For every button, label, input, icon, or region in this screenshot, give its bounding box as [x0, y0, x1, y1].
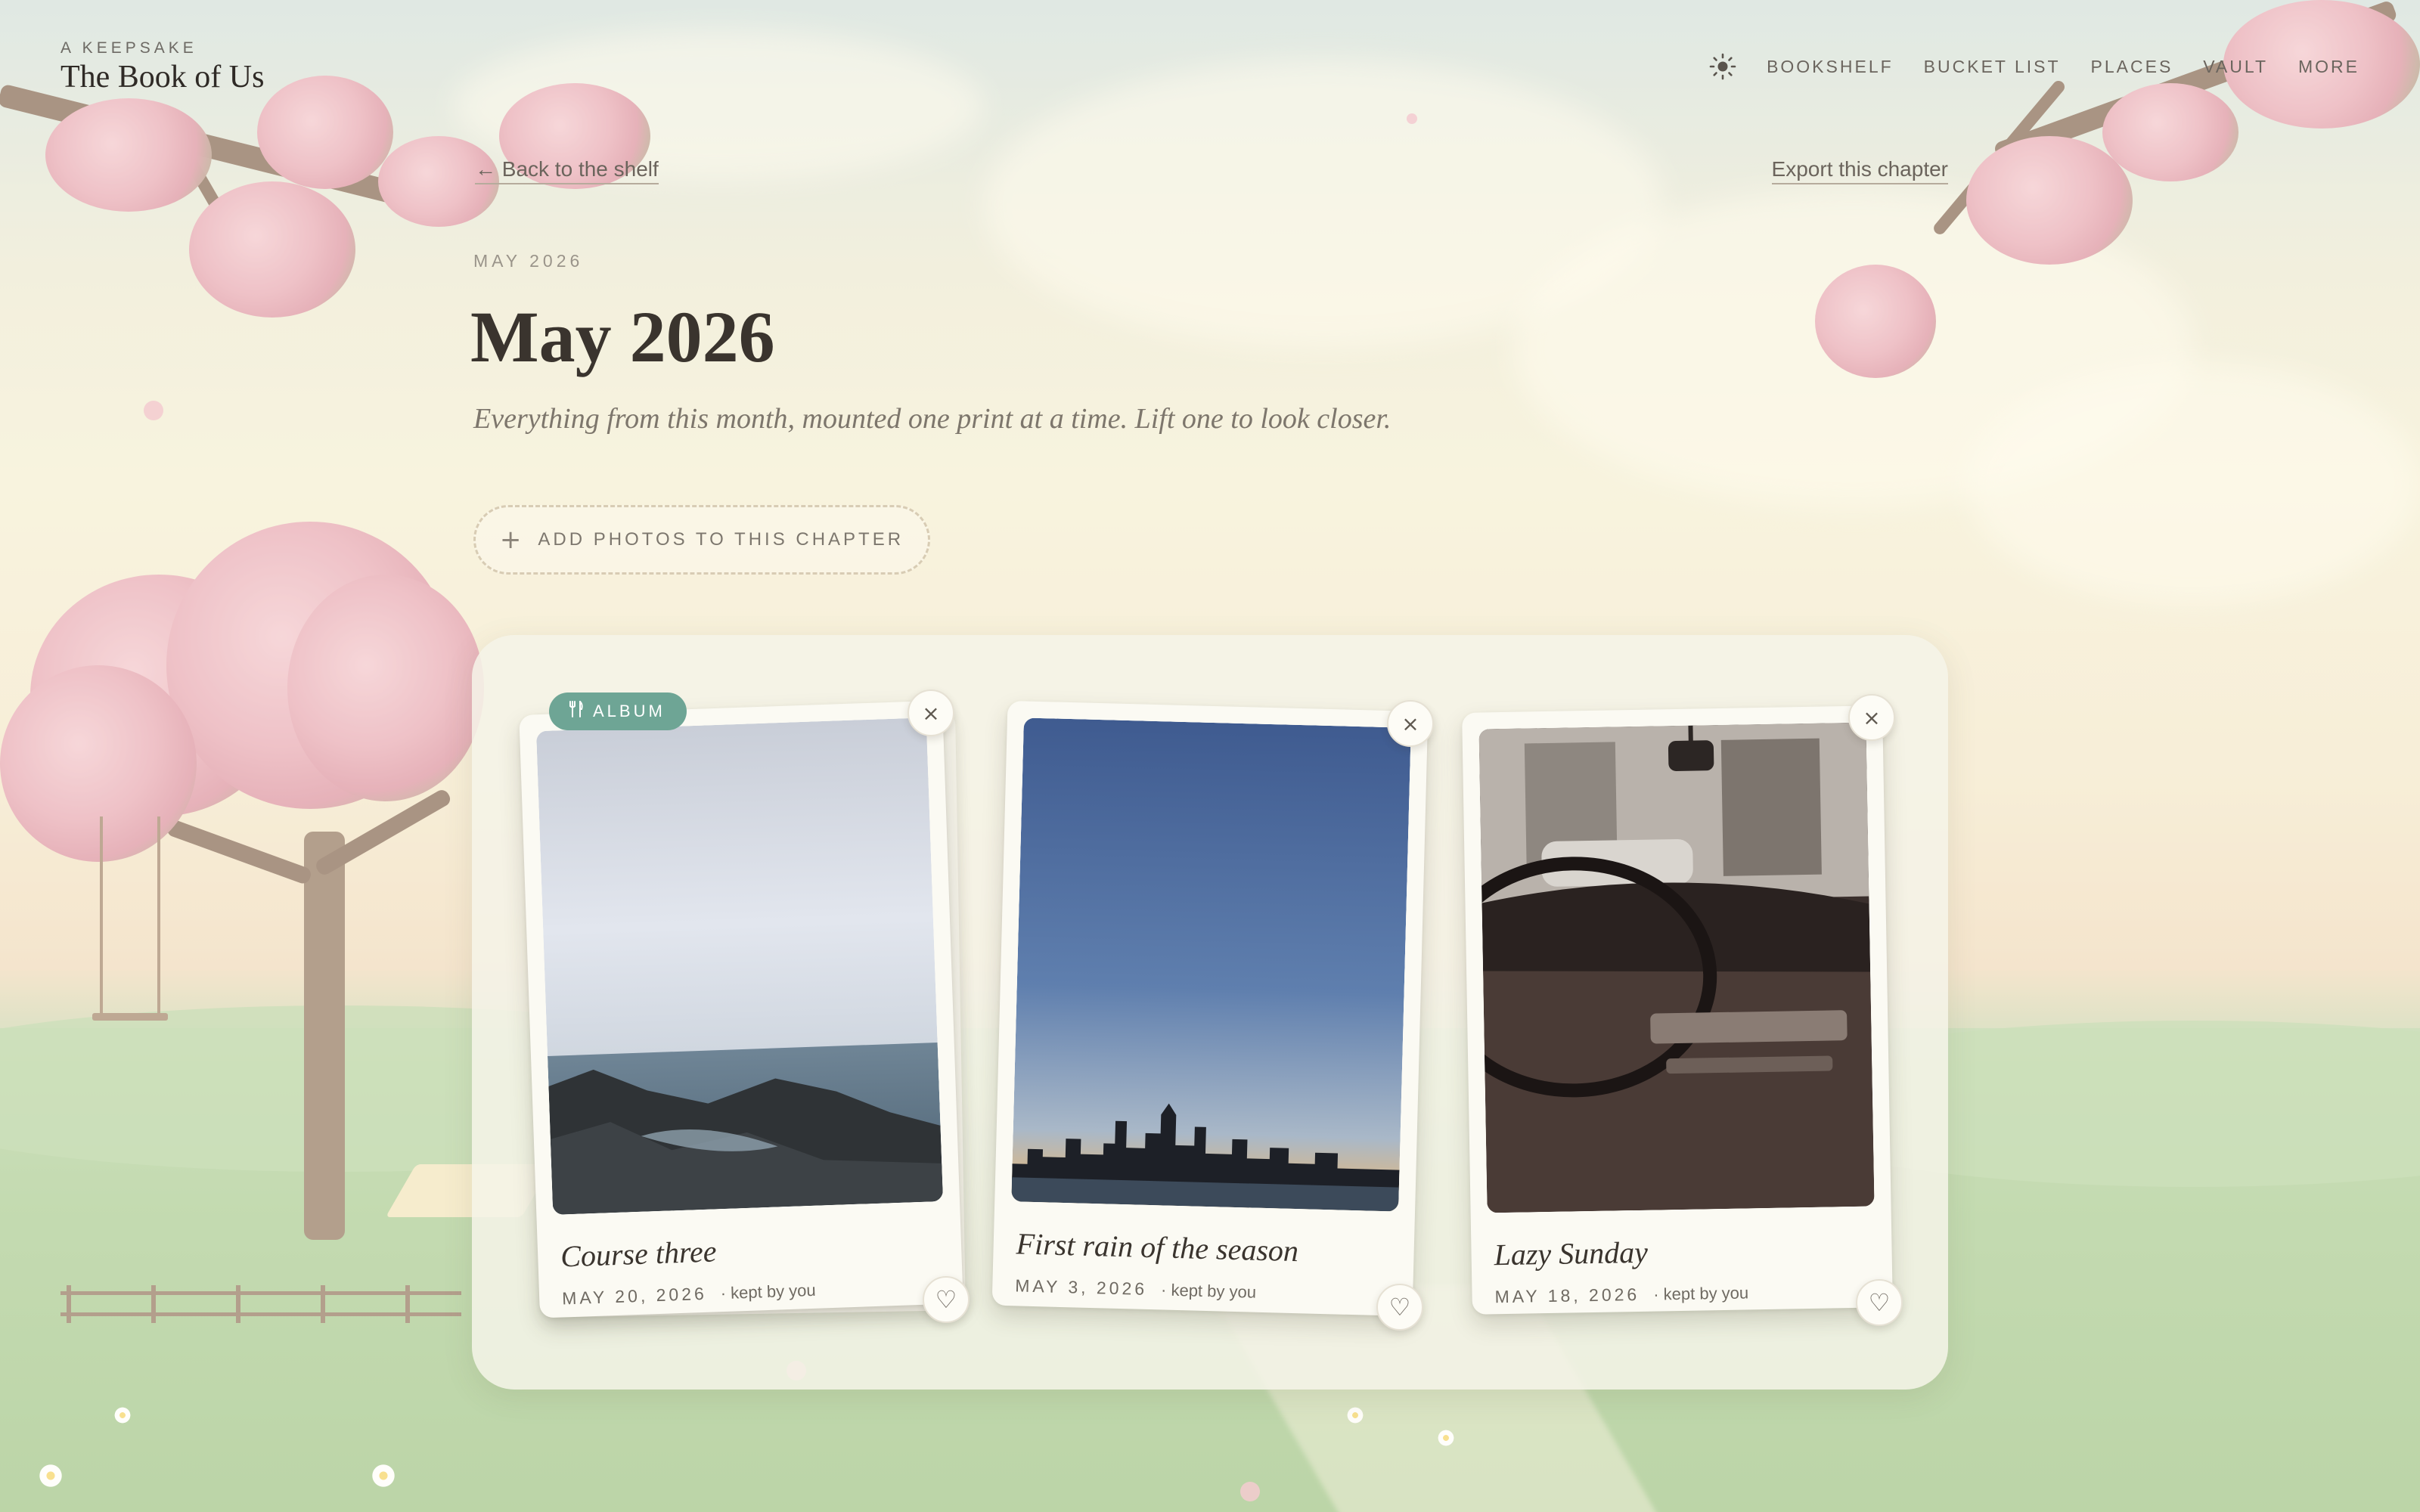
heart-icon: ♡	[935, 1285, 957, 1314]
photo-city-skyline	[1011, 717, 1411, 1212]
card-meta: MAY 20, 2026 · kept by you	[562, 1280, 816, 1309]
remove-photo-button[interactable]: ×	[1848, 694, 1895, 741]
top-nav: BOOKSHELF BUCKET LIST PLACES VAULT MORE	[1709, 53, 2360, 80]
album-badge: ALBUM	[549, 692, 687, 730]
heart-icon: ♡	[1868, 1288, 1891, 1317]
export-chapter-link[interactable]: Export this chapter	[1771, 157, 1948, 184]
brand[interactable]: A KEEPSAKE The Book of Us	[60, 39, 264, 95]
card-date: MAY 18, 2026	[1494, 1284, 1640, 1307]
nav-vault[interactable]: VAULT	[2203, 57, 2268, 77]
card-caption: First rain of the season	[1016, 1226, 1299, 1269]
card-meta: MAY 18, 2026 · kept by you	[1494, 1282, 1748, 1307]
card-kept-by: · kept by you	[1652, 1283, 1749, 1304]
sun-icon[interactable]	[1709, 53, 1736, 80]
album-badge-label: ALBUM	[593, 702, 666, 720]
remove-photo-button[interactable]: ×	[908, 689, 954, 736]
fork-knife-icon	[569, 699, 584, 722]
close-icon: ×	[1863, 705, 1881, 730]
photo-car-interior	[1478, 722, 1875, 1213]
add-photos-button[interactable]: + ADD PHOTOS TO THIS CHAPTER	[473, 505, 930, 575]
close-icon: ×	[1401, 711, 1419, 736]
nav-places[interactable]: PLACES	[2091, 57, 2173, 77]
brand-kicker: A KEEPSAKE	[60, 39, 197, 57]
photo-card[interactable]: First rain of the season MAY 3, 2026 · k…	[991, 700, 1429, 1317]
page-subtitle: Everything from this month, mounted one …	[473, 403, 1392, 435]
card-meta: MAY 3, 2026 · kept by you	[1015, 1275, 1256, 1302]
card-date: MAY 20, 2026	[561, 1283, 708, 1309]
heart-icon: ♡	[1388, 1293, 1411, 1321]
chapter-kicker: MAY 2026	[473, 251, 584, 271]
card-kept-by: · kept by you	[1160, 1280, 1257, 1302]
back-to-shelf-link[interactable]: ← Back to the shelf	[475, 157, 659, 184]
plus-icon: +	[499, 525, 522, 555]
nav-bucket-list[interactable]: BUCKET LIST	[1924, 57, 2061, 77]
favorite-button[interactable]: ♡	[1856, 1279, 1903, 1326]
photo-card[interactable]: Lazy Sunday MAY 18, 2026 · kept by you	[1462, 705, 1893, 1315]
remove-photo-button[interactable]: ×	[1387, 700, 1434, 747]
card-caption: Course three	[560, 1234, 718, 1274]
brand-title: The Book of Us	[60, 60, 265, 94]
favorite-button[interactable]: ♡	[923, 1276, 970, 1323]
card-kept-by: · kept by you	[720, 1280, 817, 1303]
photo-card[interactable]: Course three MAY 20, 2026 · kept by you	[519, 700, 963, 1318]
card-caption: Lazy Sunday	[1494, 1235, 1649, 1272]
nav-more[interactable]: MORE	[2298, 57, 2360, 77]
favorite-button[interactable]: ♡	[1376, 1284, 1423, 1331]
add-photos-label: ADD PHOTOS TO THIS CHAPTER	[538, 529, 904, 550]
card-date: MAY 3, 2026	[1014, 1275, 1148, 1299]
close-icon: ×	[922, 700, 940, 726]
page-title: May 2026	[470, 296, 775, 377]
nav-bookshelf[interactable]: BOOKSHELF	[1767, 57, 1894, 77]
photo-rocky-coast	[536, 717, 944, 1215]
